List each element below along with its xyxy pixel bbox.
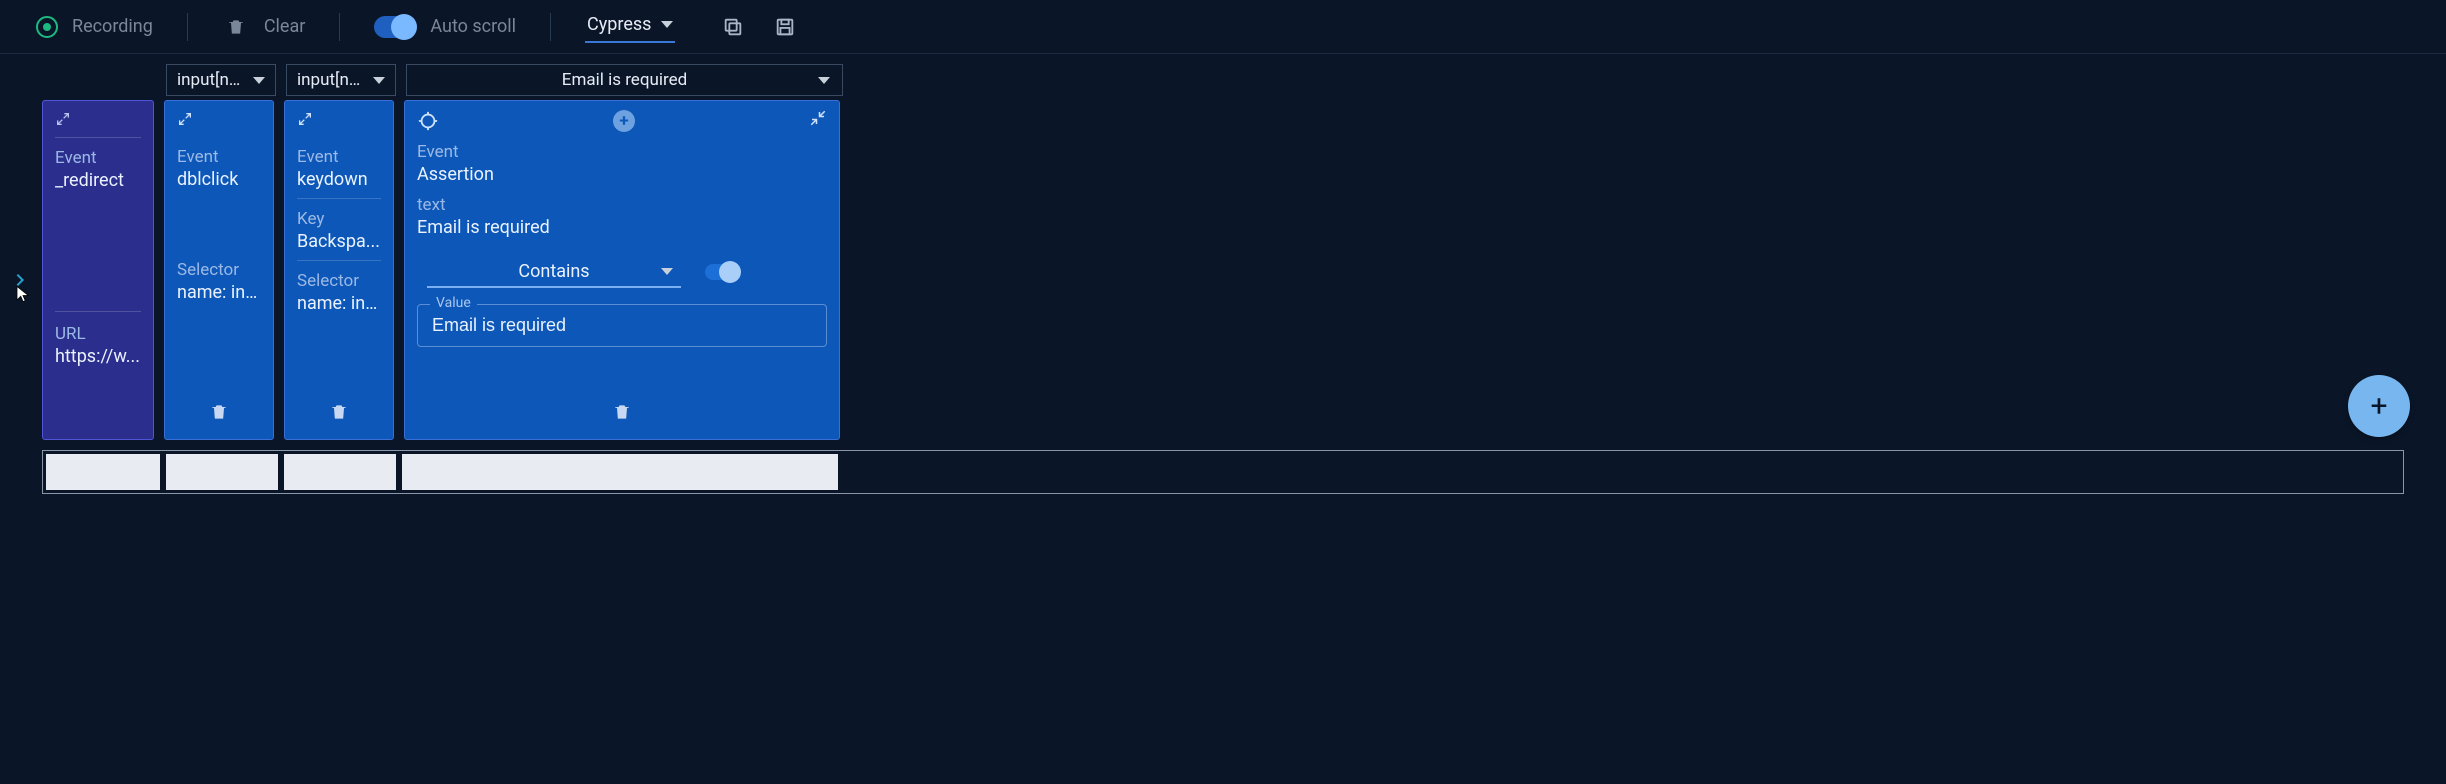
expand-icon[interactable]	[177, 111, 195, 129]
event-card-dblclick[interactable]: Event dblclick Selector name: inp...	[164, 100, 274, 440]
timeline-track[interactable]	[42, 450, 2404, 494]
selector-label: Selector	[177, 260, 261, 280]
recording-status[interactable]: Recording	[36, 16, 153, 38]
separator	[187, 13, 188, 41]
cursor-icon	[14, 282, 32, 306]
add-step-fab[interactable]: +	[2348, 375, 2410, 437]
selector-value: input[n…	[297, 70, 360, 90]
add-assertion-button[interactable]: +	[613, 110, 635, 132]
framework-select[interactable]: Cypress	[585, 10, 675, 43]
delete-button[interactable]	[612, 402, 632, 427]
text-label: text	[417, 195, 827, 215]
url-label: URL	[55, 324, 141, 344]
assertion-value-input[interactable]	[432, 311, 812, 336]
selector-dropdown-2[interactable]: input[n…	[166, 64, 276, 96]
selector-value: Email is required	[562, 70, 687, 90]
timeline-segment[interactable]	[402, 454, 838, 490]
event-card-keydown[interactable]: Event keydown Key Backspa... Selector na…	[284, 100, 394, 440]
autoscroll-label: Auto scroll	[430, 16, 516, 37]
text-value: Email is required	[417, 217, 827, 238]
chevron-down-icon	[661, 21, 673, 28]
copy-button[interactable]	[719, 13, 747, 41]
save-button[interactable]	[771, 13, 799, 41]
event-cards-row: Event _redirect URL https://w... Event d…	[42, 100, 2446, 440]
selector-value: name: inp...	[297, 293, 381, 314]
delete-button[interactable]	[209, 402, 229, 427]
event-value: keydown	[297, 169, 381, 190]
expand-icon[interactable]	[55, 111, 73, 129]
separator	[550, 13, 551, 41]
recording-label: Recording	[72, 16, 153, 37]
selector-value: input[n…	[177, 70, 240, 90]
trash-icon	[222, 13, 250, 41]
selector-dropdown-4[interactable]: Email is required	[406, 64, 843, 96]
chevron-down-icon	[253, 77, 265, 84]
chevron-down-icon	[818, 77, 830, 84]
timeline-segment[interactable]	[166, 454, 278, 490]
separator	[339, 13, 340, 41]
record-icon	[36, 16, 58, 38]
target-icon[interactable]	[417, 110, 439, 132]
selector-label: Selector	[297, 271, 381, 291]
key-value: Backspa...	[297, 231, 381, 252]
selector-value: name: inp...	[177, 282, 261, 303]
assertion-value-field: Value	[417, 304, 827, 347]
event-value: dblclick	[177, 169, 261, 190]
timeline-segment[interactable]	[46, 454, 160, 490]
timeline-segment[interactable]	[284, 454, 396, 490]
event-label: Event	[417, 142, 827, 162]
event-value: _redirect	[55, 170, 141, 191]
assertion-toggle[interactable]	[705, 264, 739, 280]
key-label: Key	[297, 209, 381, 229]
event-label: Event	[297, 147, 381, 167]
event-label: Event	[55, 148, 141, 168]
clear-button[interactable]: Clear	[222, 13, 306, 41]
toolbar: Recording Clear Auto scroll Cypress	[0, 0, 2446, 54]
event-card-assertion[interactable]: + Event Assertion text Email is required…	[404, 100, 840, 440]
match-mode-select[interactable]: Contains	[427, 256, 681, 288]
url-value: https://w...	[55, 346, 141, 367]
match-mode-value: Contains	[518, 261, 589, 282]
event-label: Event	[177, 147, 261, 167]
collapse-icon[interactable]	[809, 109, 827, 132]
delete-button[interactable]	[329, 402, 349, 427]
autoscroll-group: Auto scroll	[374, 16, 516, 38]
autoscroll-toggle[interactable]	[374, 16, 416, 38]
event-value: Assertion	[417, 164, 827, 185]
value-label: Value	[430, 295, 477, 311]
framework-value: Cypress	[587, 14, 651, 35]
clear-label: Clear	[264, 16, 306, 37]
event-card-redirect[interactable]: Event _redirect URL https://w...	[42, 100, 154, 440]
selector-row: input[n… input[n… Email is required	[42, 64, 2446, 96]
chevron-down-icon	[661, 268, 673, 275]
plus-icon: +	[2370, 389, 2387, 424]
expand-icon[interactable]	[297, 111, 315, 129]
selector-dropdown-3[interactable]: input[n…	[286, 64, 396, 96]
chevron-down-icon	[373, 77, 385, 84]
